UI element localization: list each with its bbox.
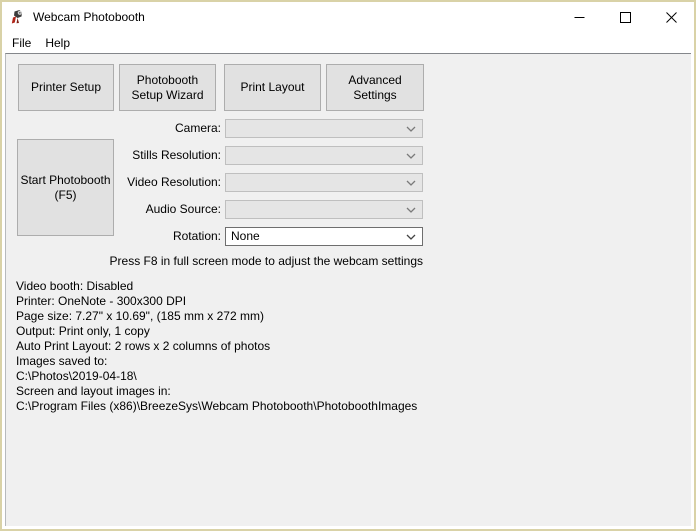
maximize-button[interactable] xyxy=(602,2,648,32)
window-controls xyxy=(556,2,694,32)
close-icon xyxy=(665,11,677,23)
status-summary: Video booth: Disabled Printer: OneNote -… xyxy=(16,279,417,414)
maximize-icon xyxy=(619,11,631,23)
video-resolution-select[interactable] xyxy=(225,173,423,192)
video-resolution-label: Video Resolution: xyxy=(127,175,221,189)
photobooth-setup-wizard-button[interactable]: Photobooth Setup Wizard xyxy=(119,64,216,111)
rotation-label: Rotation: xyxy=(172,229,221,243)
stills-resolution-select[interactable] xyxy=(225,146,423,165)
status-line: Auto Print Layout: 2 rows x 2 columns of… xyxy=(16,339,271,353)
audio-source-label: Audio Source: xyxy=(145,202,221,216)
client-area: Printer Setup Photobooth Setup Wizard Pr… xyxy=(5,53,691,526)
advanced-settings-button[interactable]: Advanced Settings xyxy=(326,64,424,111)
status-line: Video booth: Disabled xyxy=(16,279,134,293)
status-line: C:\Photos\2019-04-18\ xyxy=(16,369,137,383)
status-line: Images saved to: xyxy=(16,354,108,368)
stills-resolution-label: Stills Resolution: xyxy=(132,148,221,162)
chevron-down-icon xyxy=(406,180,416,186)
chevron-down-icon xyxy=(406,153,416,159)
close-button[interactable] xyxy=(648,2,694,32)
chevron-down-icon xyxy=(406,234,416,240)
rotation-select[interactable]: None xyxy=(225,227,423,246)
camera-select[interactable] xyxy=(225,119,423,138)
printer-setup-button[interactable]: Printer Setup xyxy=(18,64,114,111)
webcam-photobooth-app-icon xyxy=(11,10,22,24)
status-line: C:\Program Files (x86)\BreezeSys\Webcam … xyxy=(16,399,418,413)
print-layout-button[interactable]: Print Layout xyxy=(224,64,321,111)
title-bar: Webcam Photobooth xyxy=(2,2,694,32)
status-line: Output: Print only, 1 copy xyxy=(16,324,150,338)
status-line: Page size: 7.27" x 10.69", (185 mm x 272… xyxy=(16,309,264,323)
menu-file[interactable]: File xyxy=(5,33,38,53)
audio-source-select[interactable] xyxy=(225,200,423,219)
minimize-button[interactable] xyxy=(556,2,602,32)
status-line: Screen and layout images in: xyxy=(16,384,171,398)
menu-bar: File Help xyxy=(2,32,694,53)
rotation-selected-value: None xyxy=(231,229,260,243)
chevron-down-icon xyxy=(406,126,416,132)
app-window: Webcam Photobooth File Help Printer Setu… xyxy=(0,0,696,531)
window-title: Webcam Photobooth xyxy=(33,10,145,24)
minimize-icon xyxy=(574,16,584,18)
menu-help[interactable]: Help xyxy=(38,33,77,53)
status-line: Printer: OneNote - 300x300 DPI xyxy=(16,294,187,308)
f8-hint-text: Press F8 in full screen mode to adjust t… xyxy=(109,254,423,268)
camera-label: Camera: xyxy=(174,121,221,135)
chevron-down-icon xyxy=(406,207,416,213)
